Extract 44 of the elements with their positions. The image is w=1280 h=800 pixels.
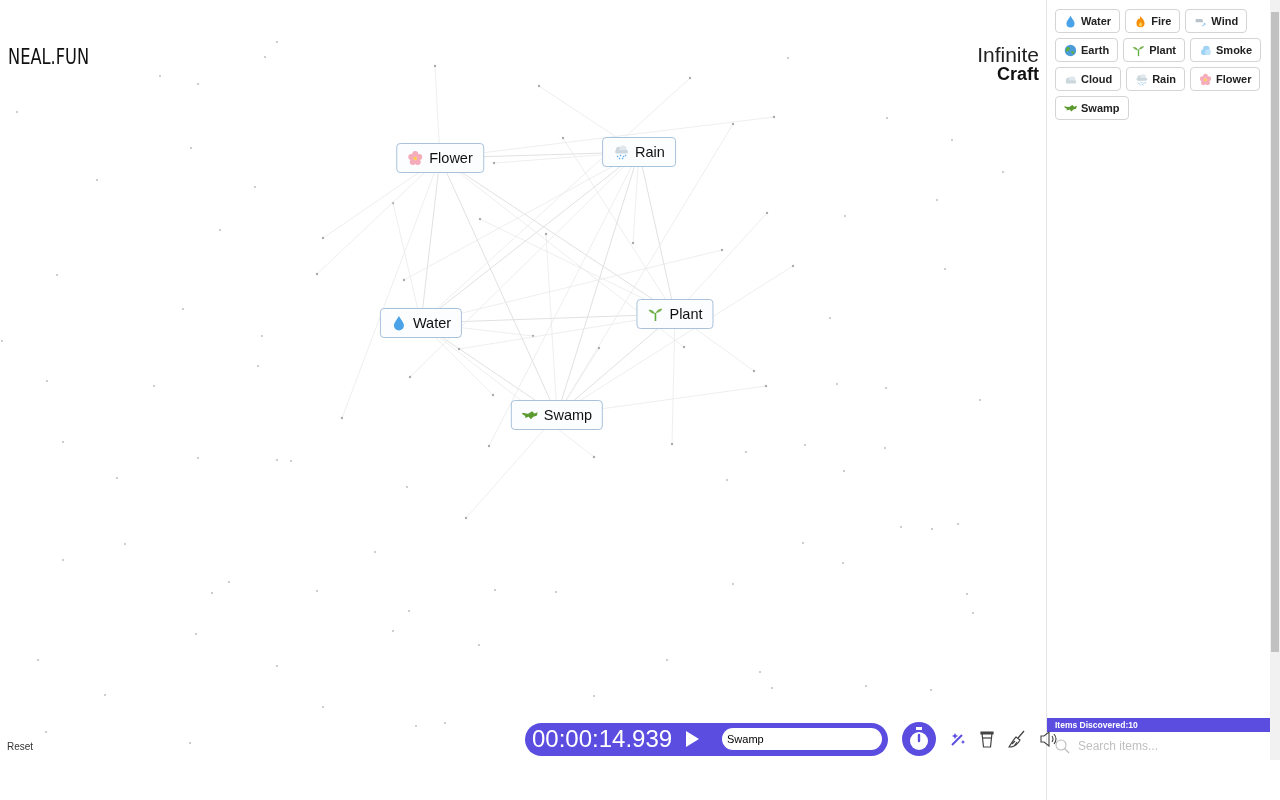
play-icon[interactable] bbox=[684, 730, 701, 748]
element-tile[interactable]: Rain bbox=[602, 137, 676, 167]
crocodile-icon bbox=[1064, 103, 1077, 113]
scrollbar[interactable] bbox=[1270, 0, 1280, 760]
magic-wand-icon[interactable] bbox=[950, 731, 966, 747]
element-tile[interactable]: Rain bbox=[1126, 67, 1185, 91]
target-field[interactable]: Swamp bbox=[722, 728, 882, 750]
element-tile[interactable]: Swamp bbox=[510, 400, 604, 430]
reset-button[interactable]: Reset bbox=[7, 741, 34, 752]
blossom-icon bbox=[1199, 72, 1212, 86]
flame-icon bbox=[1134, 14, 1148, 28]
sprout-icon bbox=[647, 306, 664, 322]
speaker-icon[interactable] bbox=[1040, 731, 1058, 747]
rain-cloud-icon bbox=[613, 144, 630, 160]
site-logo[interactable]: NEAL.FUN bbox=[8, 44, 90, 69]
items-discovered-counter: Items Discovered:10 bbox=[1047, 718, 1270, 732]
globe-icon bbox=[1064, 43, 1077, 57]
element-tile[interactable]: Smoke bbox=[1190, 38, 1262, 62]
element-tile[interactable]: Earth bbox=[1055, 38, 1119, 62]
timer-text: 00:00:14.939 bbox=[532, 725, 673, 753]
element-tile[interactable]: Plant bbox=[1123, 38, 1186, 62]
cup-icon[interactable] bbox=[980, 730, 994, 748]
element-tile[interactable]: Cloud bbox=[1055, 67, 1122, 91]
search-icon bbox=[1055, 738, 1070, 754]
game-title: Craft bbox=[997, 65, 1039, 83]
smoke-puff-icon bbox=[1199, 43, 1213, 57]
element-tile[interactable]: Swamp bbox=[1055, 96, 1129, 120]
search-field[interactable]: Search items... bbox=[1076, 738, 1262, 754]
water-drop-icon bbox=[1064, 14, 1077, 28]
element-tile[interactable]: Fire bbox=[1125, 9, 1181, 33]
element-tile[interactable]: Flower bbox=[396, 143, 484, 173]
stopwatch-button[interactable] bbox=[902, 722, 936, 756]
element-tile[interactable]: Flower bbox=[1190, 67, 1261, 91]
broom-icon[interactable] bbox=[1008, 730, 1026, 748]
blossom-icon bbox=[407, 150, 424, 166]
crocodile-icon bbox=[521, 409, 538, 421]
stopwatch-icon bbox=[908, 727, 930, 751]
element-tile[interactable]: Wind bbox=[1185, 9, 1248, 33]
rain-cloud-icon bbox=[1135, 72, 1149, 86]
game-title: Infinite bbox=[977, 44, 1039, 65]
element-tile[interactable]: Water bbox=[1055, 9, 1121, 33]
element-tile[interactable]: Water bbox=[379, 308, 463, 338]
sprout-icon bbox=[1132, 43, 1146, 57]
element-tile[interactable]: Plant bbox=[636, 299, 714, 329]
